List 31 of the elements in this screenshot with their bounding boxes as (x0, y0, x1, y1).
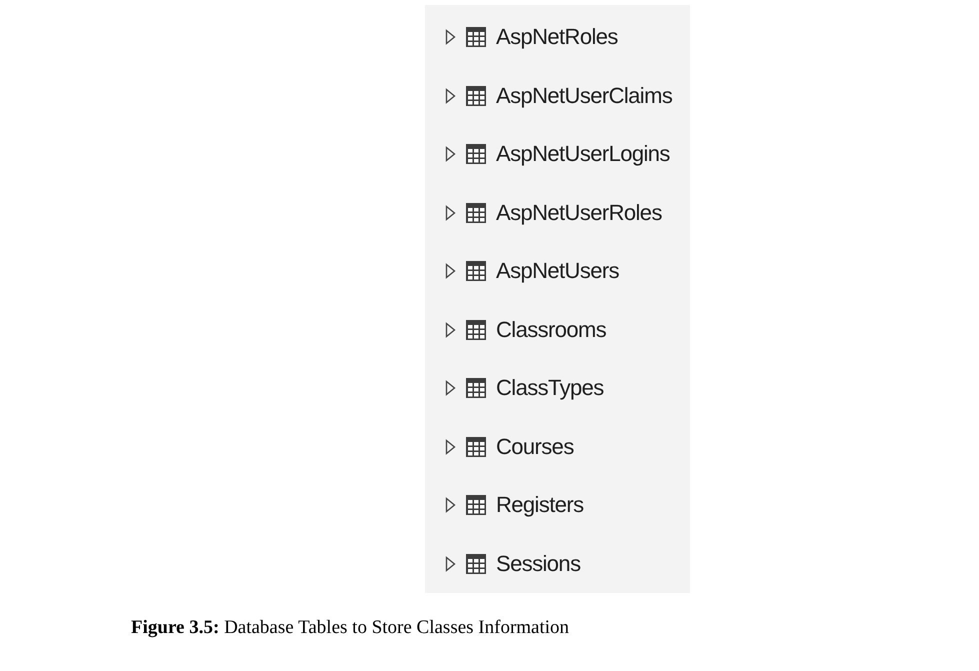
expander-icon[interactable] (445, 146, 456, 162)
tree-item[interactable]: AspNetUserClaims (496, 82, 672, 109)
table-icon (466, 495, 486, 516)
tree-item[interactable]: AspNetUserLogins (496, 141, 670, 168)
expander-icon[interactable] (445, 380, 456, 396)
tree-item[interactable]: Sessions (496, 550, 580, 577)
table-icon (466, 378, 486, 398)
expander-icon[interactable] (445, 88, 456, 104)
table-icon (466, 436, 486, 457)
table-icon (466, 202, 486, 223)
expander-icon[interactable] (445, 322, 456, 338)
tree-item[interactable]: Classrooms (496, 316, 606, 343)
expander-icon[interactable] (445, 497, 456, 514)
table-icon (466, 144, 486, 164)
expander-icon[interactable] (445, 263, 456, 280)
figure-caption: Figure 3.5: Database Tables to Store Classes Information (131, 617, 570, 639)
table-icon (466, 261, 486, 282)
table-icon (466, 320, 486, 340)
expander-icon[interactable] (445, 556, 456, 572)
table-icon (466, 554, 486, 574)
expander-icon[interactable] (445, 438, 456, 455)
tree-item[interactable]: AspNetUserRoles (496, 200, 662, 226)
tree-item[interactable]: Courses (496, 434, 574, 460)
tree-item[interactable]: Registers (496, 492, 584, 518)
table-icon (466, 86, 486, 106)
tree-item[interactable]: ClassTypes (496, 375, 604, 402)
tree-item[interactable]: AspNetUsers (496, 258, 619, 284)
tree-item[interactable]: AspNetRoles (496, 24, 618, 50)
expander-icon[interactable] (445, 204, 456, 221)
table-icon (466, 27, 486, 48)
expander-icon[interactable] (445, 29, 456, 46)
